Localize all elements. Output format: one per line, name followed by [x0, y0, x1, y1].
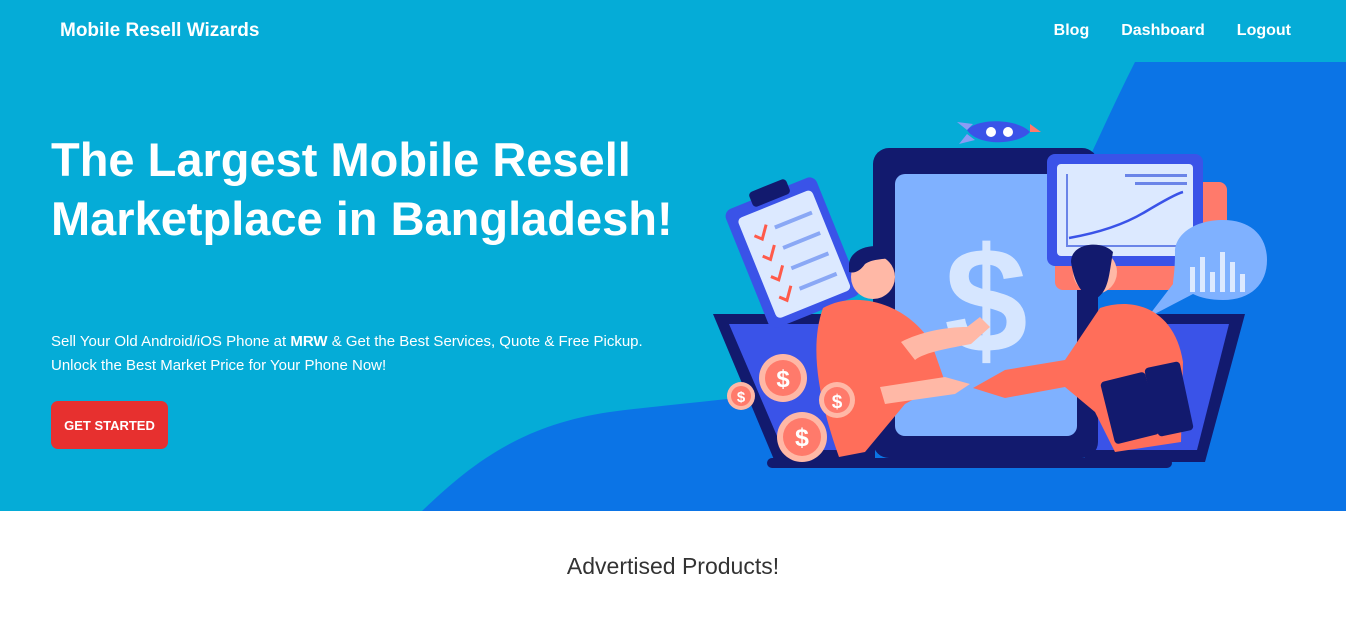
svg-text:$: $ — [944, 216, 1027, 384]
nav-link-blog[interactable]: Blog — [1054, 22, 1090, 40]
hero-subtitle-brand: MRW — [290, 333, 328, 350]
svg-text:$: $ — [832, 392, 843, 413]
nav-link-logout[interactable]: Logout — [1237, 22, 1291, 40]
hero-subtitle-start: Sell Your Old Android/iOS Phone at — [51, 333, 291, 350]
nav-links: Blog Dashboard Logout — [1054, 22, 1291, 40]
svg-text:$: $ — [737, 389, 746, 406]
handshake-deal-illustration: $ $ $ $ $ — [713, 121, 1267, 468]
svg-text:$: $ — [795, 424, 809, 452]
hero-subtitle: Sell Your Old Android/iOS Phone at MRW &… — [51, 330, 651, 378]
rocket-icon — [957, 121, 1041, 144]
advertised-products-heading: Advertised Products! — [566, 553, 780, 579]
get-started-button[interactable]: GET STARTED — [51, 401, 168, 449]
nav-link-dashboard[interactable]: Dashboard — [1121, 22, 1205, 40]
hero-title: The Largest Mobile Resell Marketplace in… — [51, 133, 673, 245]
hero-section: Mobile Resell Wizards Blog Dashboard Log… — [0, 0, 1346, 511]
brand-logo-text[interactable]: Mobile Resell Wizards — [60, 20, 259, 42]
svg-text:$: $ — [776, 366, 790, 393]
